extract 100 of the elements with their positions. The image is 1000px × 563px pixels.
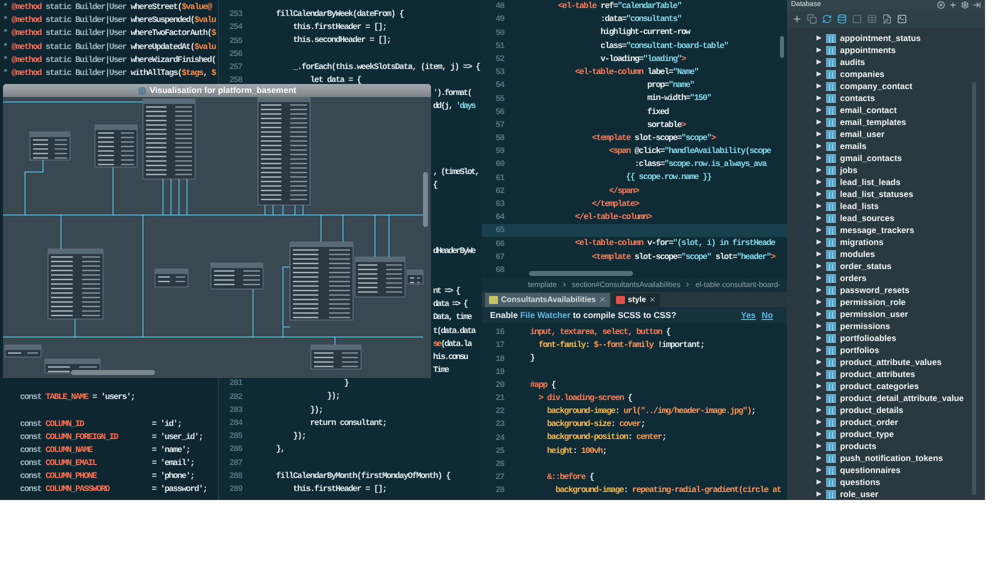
expand-arrow-icon[interactable] bbox=[816, 431, 822, 437]
expand-arrow-icon[interactable] bbox=[816, 239, 822, 245]
tree-item[interactable]: email_user bbox=[787, 128, 985, 140]
tree-item[interactable]: modules bbox=[787, 248, 985, 260]
scrollbar-thumb[interactable] bbox=[71, 370, 155, 375]
expand-arrow-icon[interactable] bbox=[816, 179, 822, 185]
tree-item[interactable]: order_status bbox=[787, 260, 985, 272]
tree-item[interactable]: emails bbox=[787, 140, 985, 152]
notification-link[interactable]: Yes bbox=[741, 308, 756, 322]
database-icon[interactable] bbox=[837, 14, 847, 24]
tree-item[interactable]: permission_user bbox=[787, 308, 985, 320]
expand-arrow-icon[interactable] bbox=[816, 407, 822, 413]
expand-arrow-icon[interactable] bbox=[816, 263, 822, 269]
close-icon[interactable] bbox=[937, 1, 945, 10]
notification-link[interactable]: No bbox=[762, 308, 773, 322]
expand-arrow-icon[interactable] bbox=[816, 215, 822, 221]
tree-item[interactable]: gmail_contacts bbox=[787, 152, 985, 164]
tree-item[interactable]: product_attributes bbox=[787, 368, 985, 380]
settings-icon[interactable] bbox=[961, 1, 969, 10]
tree-item[interactable]: portfolioables bbox=[787, 332, 985, 344]
tree-item[interactable]: password_resets bbox=[787, 284, 985, 296]
expand-arrow-icon[interactable] bbox=[816, 155, 822, 161]
copy-icon[interactable] bbox=[807, 14, 817, 24]
tree-item[interactable]: message_trackers bbox=[787, 224, 985, 236]
stop-icon[interactable] bbox=[852, 14, 862, 24]
tree-item[interactable]: appointment_status bbox=[787, 32, 985, 44]
expand-arrow-icon[interactable] bbox=[816, 47, 822, 53]
expand-arrow-icon[interactable] bbox=[816, 455, 822, 461]
expand-arrow-icon[interactable] bbox=[816, 479, 822, 485]
expand-arrow-icon[interactable] bbox=[816, 287, 822, 293]
tree-item[interactable]: orders bbox=[787, 272, 985, 284]
expand-arrow-icon[interactable] bbox=[816, 227, 822, 233]
editor-tab[interactable]: ConsultantsAvailabilities bbox=[485, 292, 610, 307]
tree-item[interactable]: portfolios bbox=[787, 344, 985, 356]
tree-item[interactable]: migrations bbox=[787, 236, 985, 248]
tree-item[interactable]: lead_sources bbox=[787, 212, 985, 224]
tree-item[interactable]: company_contact bbox=[787, 80, 985, 92]
expand-arrow-icon[interactable] bbox=[816, 119, 822, 125]
editor-tab[interactable]: style bbox=[612, 292, 660, 307]
expand-arrow-icon[interactable] bbox=[816, 95, 822, 101]
scrollbar-thumb[interactable] bbox=[780, 36, 784, 58]
expand-arrow-icon[interactable] bbox=[816, 83, 822, 89]
expand-arrow-icon[interactable] bbox=[816, 383, 822, 389]
expand-arrow-icon[interactable] bbox=[816, 371, 822, 377]
tree-item[interactable]: products bbox=[787, 440, 985, 452]
scrollbar-thumb[interactable] bbox=[423, 172, 428, 227]
tree-item[interactable]: product_type bbox=[787, 428, 985, 440]
tree-item[interactable]: product_detail_attribute_value bbox=[787, 392, 985, 404]
tree-item[interactable]: appointments bbox=[787, 44, 985, 56]
tree-item[interactable]: lead_lists bbox=[787, 200, 985, 212]
collapse-icon[interactable] bbox=[973, 1, 981, 10]
expand-arrow-icon[interactable] bbox=[816, 35, 822, 41]
tree-item[interactable]: permissions bbox=[787, 320, 985, 332]
expand-arrow-icon[interactable] bbox=[816, 167, 822, 173]
tree-item[interactable]: product_categories bbox=[787, 380, 985, 392]
edit-icon[interactable] bbox=[882, 14, 892, 24]
tree-item[interactable]: lead_list_leads bbox=[787, 176, 985, 188]
tree-item[interactable]: permission_role bbox=[787, 296, 985, 308]
tree-item[interactable]: push_notification_tokens bbox=[787, 452, 985, 464]
tree-item[interactable]: companies bbox=[787, 68, 985, 80]
tree-item[interactable]: email_templates bbox=[787, 116, 985, 128]
expand-arrow-icon[interactable] bbox=[816, 443, 822, 449]
expand-arrow-icon[interactable] bbox=[816, 359, 822, 365]
expand-arrow-icon[interactable] bbox=[816, 311, 822, 317]
tree-item[interactable]: product_attribute_values bbox=[787, 356, 985, 368]
expand-arrow-icon[interactable] bbox=[816, 323, 822, 329]
console-icon[interactable] bbox=[897, 14, 907, 24]
expand-arrow-icon[interactable] bbox=[816, 59, 822, 65]
tree-item[interactable]: lead_list_statuses bbox=[787, 188, 985, 200]
expand-arrow-icon[interactable] bbox=[816, 491, 822, 497]
add-icon[interactable] bbox=[949, 1, 957, 10]
tree-item[interactable]: audits bbox=[787, 56, 985, 68]
tree-item[interactable]: product_order bbox=[787, 416, 985, 428]
scrollbar-thumb[interactable] bbox=[529, 271, 633, 276]
close-icon[interactable] bbox=[598, 296, 606, 304]
refresh-icon[interactable] bbox=[822, 14, 832, 24]
add-icon[interactable] bbox=[792, 14, 802, 24]
expand-arrow-icon[interactable] bbox=[816, 191, 822, 197]
expand-arrow-icon[interactable] bbox=[816, 107, 822, 113]
expand-arrow-icon[interactable] bbox=[816, 251, 822, 257]
tree-item[interactable]: product_details bbox=[787, 404, 985, 416]
expand-arrow-icon[interactable] bbox=[816, 335, 822, 341]
expand-arrow-icon[interactable] bbox=[816, 131, 822, 137]
expand-arrow-icon[interactable] bbox=[816, 71, 822, 77]
close-icon[interactable] bbox=[649, 296, 656, 304]
expand-arrow-icon[interactable] bbox=[816, 203, 822, 209]
expand-arrow-icon[interactable] bbox=[816, 467, 822, 473]
expand-arrow-icon[interactable] bbox=[816, 275, 822, 281]
expand-arrow-icon[interactable] bbox=[816, 395, 822, 401]
expand-arrow-icon[interactable] bbox=[816, 299, 822, 305]
tree-item[interactable]: questions bbox=[787, 476, 985, 488]
expand-arrow-icon[interactable] bbox=[816, 347, 822, 353]
expand-arrow-icon[interactable] bbox=[816, 143, 822, 149]
tree-item[interactable]: contacts bbox=[787, 92, 985, 104]
tree-item[interactable]: email_contact bbox=[787, 104, 985, 116]
tree-item[interactable]: questionnaires bbox=[787, 464, 985, 476]
tree-item[interactable]: jobs bbox=[787, 164, 985, 176]
tree-item[interactable]: role_user bbox=[787, 488, 985, 500]
table-icon[interactable] bbox=[867, 14, 877, 24]
expand-arrow-icon[interactable] bbox=[816, 419, 822, 425]
